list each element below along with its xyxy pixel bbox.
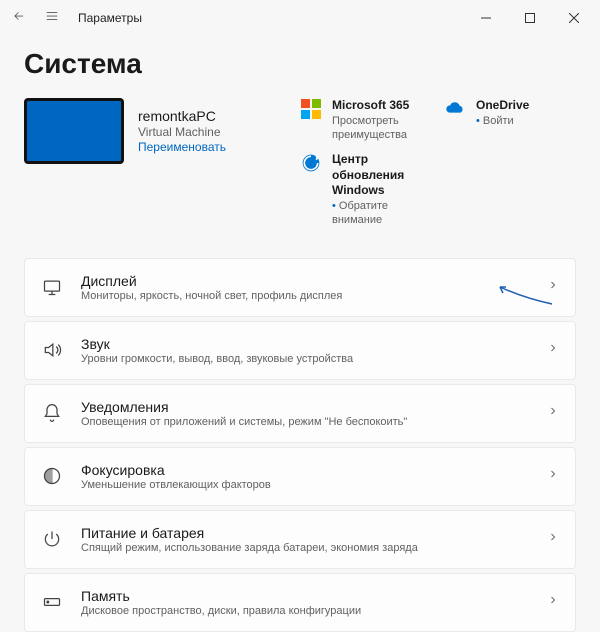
promo-update-sub: Обратите внимание xyxy=(332,199,432,228)
device-name: remontkaPC xyxy=(138,108,226,124)
row-sound-title: Звук xyxy=(81,336,547,352)
window-controls xyxy=(464,4,596,32)
chevron-right-icon xyxy=(547,341,559,359)
device-block: remontkaPC Virtual Machine Переименовать xyxy=(24,98,284,164)
row-display-title: Дисплей xyxy=(81,273,547,289)
row-storage[interactable]: Память Дисковое пространство, диски, пра… xyxy=(24,573,576,632)
device-type: Virtual Machine xyxy=(138,125,226,139)
page-title: Система xyxy=(24,48,576,80)
row-focus[interactable]: Фокусировка Уменьшение отвлекающих факто… xyxy=(24,447,576,506)
titlebar: Параметры xyxy=(0,0,600,36)
row-sound-sub: Уровни громкости, вывод, ввод, звуковые … xyxy=(81,353,547,365)
promo-onedrive-sub: Войти xyxy=(476,114,529,128)
promo-ms365-sub: Просмотреть преимущества xyxy=(332,114,432,143)
speaker-icon xyxy=(41,340,63,360)
row-display[interactable]: Дисплей Мониторы, яркость, ночной свет, … xyxy=(24,258,576,317)
back-icon[interactable] xyxy=(12,9,26,28)
ms365-icon xyxy=(300,98,322,120)
row-notif-sub: Оповещения от приложений и системы, режи… xyxy=(81,416,547,428)
hamburger-icon[interactable] xyxy=(44,9,60,28)
chevron-right-icon xyxy=(547,593,559,611)
row-display-sub: Мониторы, яркость, ночной свет, профиль … xyxy=(81,290,547,302)
minimize-button[interactable] xyxy=(464,4,508,32)
power-icon xyxy=(41,529,63,549)
chevron-right-icon xyxy=(547,404,559,422)
row-storage-sub: Дисковое пространство, диски, правила ко… xyxy=(81,605,547,617)
chevron-right-icon xyxy=(547,467,559,485)
row-focus-sub: Уменьшение отвлекающих факторов xyxy=(81,479,547,491)
close-button[interactable] xyxy=(552,4,596,32)
rename-link[interactable]: Переименовать xyxy=(138,140,226,154)
promo-ms365[interactable]: Microsoft 365 Просмотреть преимущества xyxy=(300,98,432,142)
promo-onedrive-title: OneDrive xyxy=(476,98,529,114)
storage-icon xyxy=(41,592,63,612)
row-notif-title: Уведомления xyxy=(81,399,547,415)
content: Система remontkaPC Virtual Machine Переи… xyxy=(0,36,600,632)
chevron-right-icon xyxy=(547,530,559,548)
window-title: Параметры xyxy=(78,11,142,25)
row-storage-title: Память xyxy=(81,588,547,604)
settings-list: Дисплей Мониторы, яркость, ночной свет, … xyxy=(24,258,576,632)
row-power-sub: Спящий режим, использование заряда батар… xyxy=(81,542,547,554)
top-grid: remontkaPC Virtual Machine Переименовать… xyxy=(24,98,576,228)
windows-update-icon xyxy=(300,152,322,174)
promo-ms365-title: Microsoft 365 xyxy=(332,98,432,114)
row-notifications[interactable]: Уведомления Оповещения от приложений и с… xyxy=(24,384,576,443)
promo-grid: Microsoft 365 Просмотреть преимущества O… xyxy=(300,98,576,228)
onedrive-icon xyxy=(444,98,466,120)
titlebar-left: Параметры xyxy=(12,9,142,28)
promo-update-title: Центр обновления Windows xyxy=(332,152,432,199)
promo-onedrive[interactable]: OneDrive Войти xyxy=(444,98,576,142)
maximize-button[interactable] xyxy=(508,4,552,32)
promo-windows-update[interactable]: Центр обновления Windows Обратите вниман… xyxy=(300,152,432,227)
device-thumbnail xyxy=(24,98,124,164)
monitor-icon xyxy=(41,277,63,297)
row-focus-title: Фокусировка xyxy=(81,462,547,478)
device-info: remontkaPC Virtual Machine Переименовать xyxy=(138,108,226,154)
row-power[interactable]: Питание и батарея Спящий режим, использо… xyxy=(24,510,576,569)
row-sound[interactable]: Звук Уровни громкости, вывод, ввод, звук… xyxy=(24,321,576,380)
row-power-title: Питание и батарея xyxy=(81,525,547,541)
chevron-right-icon xyxy=(547,278,559,296)
focus-icon xyxy=(41,466,63,486)
bell-icon xyxy=(41,403,63,423)
